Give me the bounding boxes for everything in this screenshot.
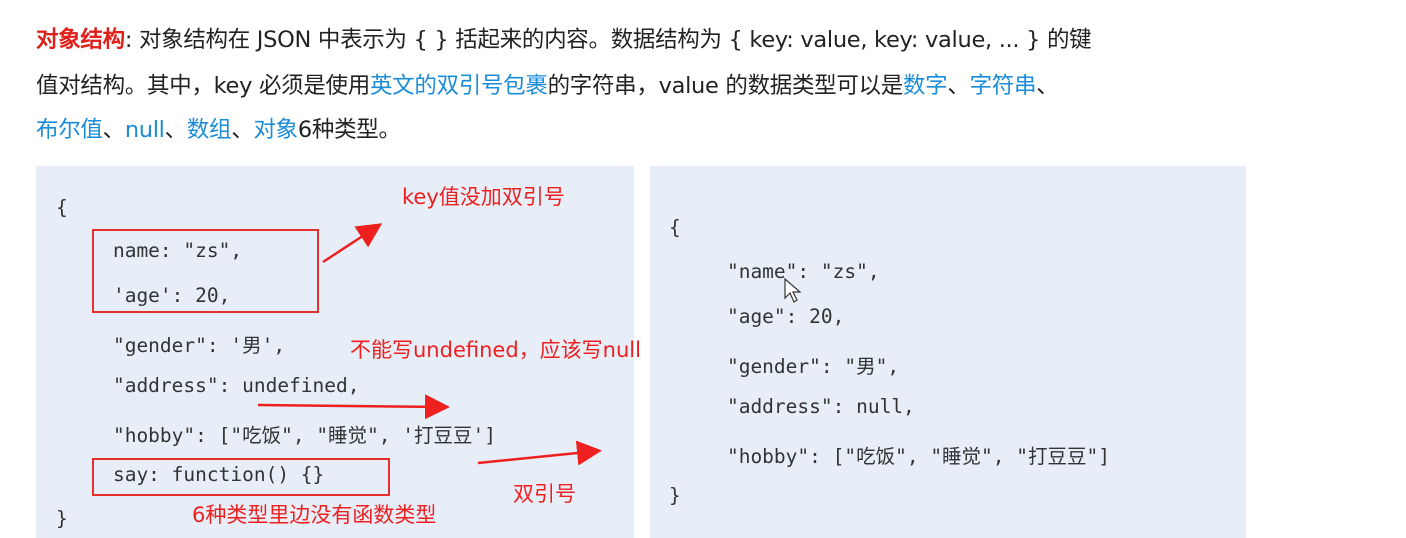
separator: 、	[1036, 73, 1059, 99]
highlight-box-keys	[92, 229, 319, 313]
term-object-structure: 对象结构	[36, 27, 125, 53]
separator: 、	[947, 73, 970, 99]
code-line: "name": "zs",	[680, 260, 880, 283]
intro-line-2: 值对结构。其中，key 必须是使用英文的双引号包裹的字符串，value 的数据类…	[36, 68, 1059, 100]
intro-line-2-a: 值对结构。其中，key 必须是使用	[36, 73, 370, 99]
type-string: 字符串	[969, 73, 1037, 99]
double-quote-rule: 英文的双引号包裹	[369, 73, 548, 99]
code-line: "address": undefined,	[66, 374, 360, 397]
annotation-key-no-quotes: key值没加双引号	[402, 185, 565, 209]
code-line: "gender": "男",	[680, 355, 900, 378]
intro-line-1: 对象结构: 对象结构在 JSON 中表示为 { } 括起来的内容。数据结构为 {…	[36, 22, 1092, 54]
code-line: }	[669, 484, 681, 507]
highlight-box-function	[92, 458, 390, 496]
code-line: }	[56, 507, 68, 530]
intro-line-3: 布尔值、null、数组、对象6种类型。	[36, 112, 401, 144]
separator: 、	[164, 117, 188, 143]
intro-line-2-c: 的字符串，value 的数据类型可以是	[547, 73, 904, 99]
code-line: {	[56, 196, 68, 219]
annotation-double-quotes: 双引号	[513, 482, 576, 506]
type-object: 对象	[253, 117, 298, 143]
intro-line-1-text: : 对象结构在 JSON 中表示为 { } 括起来的内容。数据结构为 { key…	[124, 27, 1092, 53]
type-number: 数字	[902, 73, 948, 99]
code-line: "age": 20,	[680, 305, 845, 328]
type-boolean: 布尔值	[36, 117, 103, 143]
code-line: "gender": '男',	[66, 334, 286, 357]
code-line: "address": null,	[680, 395, 915, 418]
code-line: "hobby": ["吃饭", "睡觉", "打豆豆"]	[680, 445, 1110, 468]
separator: 、	[231, 117, 254, 143]
code-line: {	[669, 216, 681, 239]
mouse-cursor-icon	[784, 278, 802, 303]
intro-line-3-tail: 6种类型。	[297, 117, 401, 143]
separator: 、	[102, 117, 126, 143]
annotation-no-function: 6种类型里边没有函数类型	[192, 503, 437, 527]
annotation-no-undefined: 不能写undefined，应该写null	[350, 338, 641, 362]
code-line: "hobby": ["吃饭", "睡觉", '打豆豆']	[66, 424, 496, 447]
type-array: 数组	[186, 117, 232, 143]
type-null: null	[124, 117, 165, 143]
